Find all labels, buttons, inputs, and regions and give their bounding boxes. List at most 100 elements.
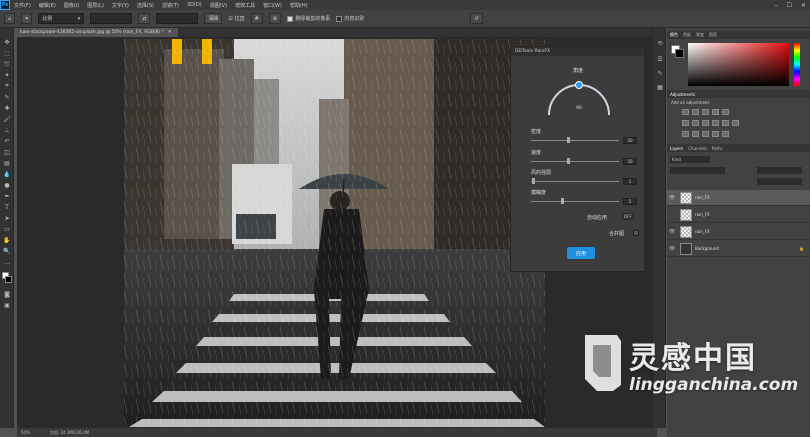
fill-field[interactable]	[757, 178, 802, 185]
menu-edit[interactable]: 编辑(E)	[35, 2, 60, 9]
document-tab[interactable]: luke-stackpoole-436565-unsplash.jpg @ 50…	[17, 28, 178, 37]
straighten-button[interactable]: ⊟ 拉直	[228, 15, 244, 23]
move-tool-icon[interactable]: ✥	[2, 38, 12, 46]
visibility-icon[interactable]: 👁	[667, 195, 677, 201]
color-balance-icon[interactable]	[692, 120, 699, 126]
layer-filter-kind[interactable]: Kind	[670, 156, 710, 163]
menu-layer[interactable]: 图层(L)	[83, 2, 108, 9]
visibility-icon[interactable]: 👁	[667, 229, 677, 235]
menu-type[interactable]: 文字(Y)	[108, 2, 133, 9]
pen-tool-icon[interactable]: ✒	[2, 192, 12, 200]
menu-file[interactable]: 文件(F)	[10, 2, 35, 9]
color-lookup-icon[interactable]	[732, 120, 739, 126]
tab-color[interactable]: 颜色	[670, 32, 678, 38]
wind-value[interactable]: 1	[623, 178, 637, 185]
background-color-swatch[interactable]	[5, 276, 12, 283]
lasso-tool-icon[interactable]: ➰	[2, 60, 12, 68]
tab-layers[interactable]: Layers	[670, 146, 683, 151]
clear-button[interactable]: 清除	[204, 13, 223, 24]
screen-mode-icon[interactable]: ▣	[2, 301, 12, 309]
blend-mode-select[interactable]	[670, 167, 725, 174]
magic-wand-icon[interactable]: ✦	[2, 71, 12, 79]
bw-icon[interactable]	[702, 120, 709, 126]
width-field[interactable]	[90, 13, 133, 24]
posterize-icon[interactable]	[692, 131, 699, 137]
curves-icon[interactable]	[702, 109, 709, 115]
layer-row[interactable]: 👁 Background 🔒	[667, 241, 810, 257]
density-slider-thumb[interactable]	[567, 137, 570, 143]
eraser-icon[interactable]: ◫	[2, 148, 12, 156]
wind-slider[interactable]	[531, 181, 619, 182]
content-aware-checkbox[interactable]: 内容识别	[336, 15, 364, 22]
history-brush-icon[interactable]: ↶	[2, 137, 12, 145]
layer-row[interactable]: 👁 rain_FX	[667, 224, 810, 240]
zoom-level[interactable]: 50%	[21, 430, 30, 435]
photo-filter-icon[interactable]	[712, 120, 719, 126]
brightness-icon[interactable]	[682, 109, 689, 115]
shape-tool-icon[interactable]: ▭	[2, 225, 12, 233]
menu-3d[interactable]: 3D(D)	[183, 2, 206, 8]
type-tool-icon[interactable]: T	[2, 203, 12, 211]
gradient-icon[interactable]: ▤	[2, 159, 12, 167]
document-canvas[interactable]	[124, 39, 545, 427]
tab-gradients[interactable]: 渐变	[696, 32, 704, 38]
speed-slider[interactable]	[531, 161, 619, 162]
tab-paths[interactable]: Paths	[712, 146, 723, 151]
ratio-select[interactable]: 比例 ▾	[38, 13, 85, 24]
maximize-icon[interactable]: ☐	[787, 2, 792, 9]
wind-slider-thumb[interactable]	[532, 178, 535, 184]
dodge-tool-icon[interactable]: ●	[2, 181, 12, 189]
crop-icon[interactable]: ⌗	[2, 82, 12, 90]
color-picker-field[interactable]	[688, 43, 789, 86]
hue-slider[interactable]	[794, 43, 800, 86]
lock-icon[interactable]: 🔒	[799, 246, 804, 251]
auto-apply-toggle[interactable]: OFF	[622, 213, 634, 220]
hand-tool-icon[interactable]: ✋	[2, 236, 12, 244]
minimize-icon[interactable]: –	[775, 2, 778, 9]
path-select-icon[interactable]: ➤	[2, 214, 12, 222]
stamp-tool-icon[interactable]: ⊥	[2, 126, 12, 134]
menu-plugins[interactable]: 增效工具	[231, 2, 259, 9]
angle-handle[interactable]	[575, 81, 583, 89]
menu-view[interactable]: 视图(V)	[206, 2, 231, 9]
reset-icon[interactable]: ↺	[470, 13, 483, 24]
quick-mask-icon[interactable]: ◙	[2, 290, 12, 298]
vibrance-icon[interactable]	[722, 109, 729, 115]
selective-color-icon[interactable]	[722, 131, 729, 137]
layer-row[interactable]: 👁 rain_FX	[667, 190, 810, 206]
height-field[interactable]	[156, 13, 199, 24]
menu-image[interactable]: 图像(I)	[60, 2, 83, 9]
brush-settings-icon[interactable]: ✎	[655, 68, 665, 78]
threshold-icon[interactable]	[702, 131, 709, 137]
eyedropper-icon[interactable]: ✎	[2, 93, 12, 101]
home-icon[interactable]: ⌂	[4, 13, 16, 24]
blur-value[interactable]: 5	[623, 198, 637, 205]
crop-tool-icon[interactable]: ⌗	[21, 13, 33, 24]
healing-brush-icon[interactable]: ✚	[2, 104, 12, 112]
angle-dial[interactable]	[545, 77, 613, 117]
apply-button[interactable]: 应用	[567, 247, 595, 259]
menu-window[interactable]: 窗口(W)	[259, 2, 286, 9]
tab-patterns[interactable]: 图案	[709, 32, 717, 38]
speed-slider-thumb[interactable]	[567, 158, 570, 164]
more-tools-icon[interactable]: …	[2, 258, 12, 266]
speed-value[interactable]: 50	[623, 158, 637, 165]
levels-icon[interactable]	[692, 109, 699, 115]
marquee-tool-icon[interactable]: ⬚	[2, 49, 12, 57]
delete-cropped-checkbox[interactable]: 删除裁剪的像素	[287, 15, 330, 22]
menu-filter[interactable]: 滤镜(T)	[158, 2, 183, 9]
close-icon[interactable]: ✕	[801, 2, 806, 9]
blur-tool-icon[interactable]: 💧	[2, 170, 12, 178]
tab-swatches[interactable]: 色板	[683, 32, 691, 38]
blur-slider-thumb[interactable]	[561, 198, 564, 204]
properties-icon[interactable]: ☰	[655, 54, 665, 64]
density-value[interactable]: 50	[623, 137, 637, 144]
opacity-field[interactable]	[757, 167, 802, 174]
libraries-icon[interactable]: ▦	[655, 82, 665, 92]
channel-mixer-icon[interactable]	[722, 120, 729, 126]
menu-select[interactable]: 选择(S)	[133, 2, 158, 9]
layer-row[interactable]: rain_FX	[667, 207, 810, 223]
swap-icon[interactable]: ⇄	[138, 13, 151, 24]
zoom-tool-icon[interactable]: 🔍	[2, 247, 12, 255]
brush-tool-icon[interactable]: 🖌	[2, 115, 12, 123]
